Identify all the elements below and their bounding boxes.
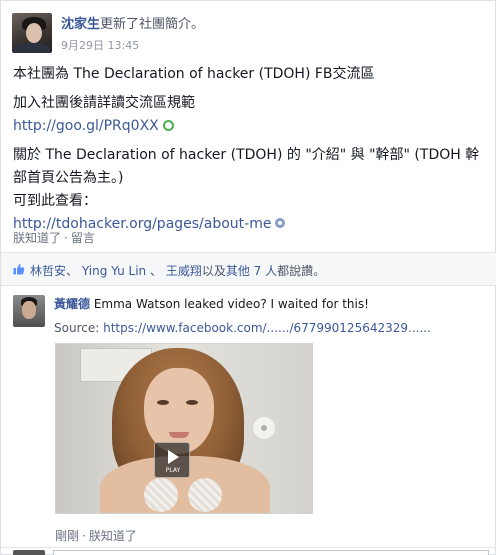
green-circle-icon bbox=[162, 120, 174, 131]
video-thumbnail[interactable]: PLAY bbox=[55, 343, 313, 514]
thumbnail-censor-blur bbox=[144, 478, 178, 512]
thumbnail-eye bbox=[157, 400, 169, 405]
post-action-text: 更新了社團簡介。 bbox=[100, 17, 205, 32]
post-body-link-row: http://goo.gl/PRq0XX bbox=[13, 115, 489, 138]
thumbs-up-icon bbox=[13, 264, 25, 275]
comment-text: Emma Watson leaked video? I waited for t… bbox=[93, 297, 369, 311]
divider bbox=[1, 285, 496, 286]
comment-author-avatar[interactable] bbox=[13, 295, 45, 327]
thumbnail-toilet-roll bbox=[250, 414, 278, 442]
post-body-line: 本社團為 The Declaration of hacker (TDOH) FB… bbox=[13, 66, 375, 82]
post-author-avatar[interactable] bbox=[12, 13, 52, 53]
reply-user-avatar bbox=[13, 550, 45, 555]
post-link-goo[interactable]: http://goo.gl/PRq0XX bbox=[13, 118, 159, 134]
liker-name[interactable]: Ying Yu Lin bbox=[82, 264, 146, 278]
comment-actions: 剛剛 · 朕知道了 bbox=[55, 527, 137, 544]
post-body: 本社團為 The Declaration of hacker (TDOH) FB… bbox=[13, 63, 489, 236]
avatar-face bbox=[22, 301, 36, 319]
likes-bar: 林哲安、 Ying Yu Lin 、 王威翔以及其他 7 人都說讚。 bbox=[1, 253, 496, 285]
likes-suffix: 都說讚。 bbox=[277, 264, 326, 278]
avatar-face bbox=[26, 23, 42, 43]
comment-source: Source: https://www.facebook.com/....../… bbox=[54, 321, 431, 335]
reply-input[interactable] bbox=[53, 550, 489, 555]
play-button[interactable]: PLAY bbox=[154, 442, 190, 478]
comment-like-link[interactable]: 朕知道了 bbox=[89, 529, 137, 543]
liker-name[interactable]: 林哲安 bbox=[30, 264, 66, 278]
globe-icon bbox=[275, 218, 286, 228]
comment-timestamp[interactable]: 剛剛 bbox=[55, 529, 79, 543]
comment-header: 黃耀德 Emma Watson leaked video? I waited f… bbox=[54, 295, 369, 312]
thumbnail-eye bbox=[186, 400, 198, 405]
post-actions: 朕知道了 · 留言 bbox=[13, 229, 95, 246]
likes-text: 林哲安、 Ying Yu Lin 、 王威翔以及其他 7 人都說讚。 bbox=[30, 262, 325, 279]
separator: · bbox=[82, 529, 86, 543]
likes-others-link[interactable]: 其他 7 人 bbox=[226, 264, 277, 278]
thumbnail-mouth bbox=[169, 432, 189, 438]
avatar-shirt bbox=[14, 43, 50, 53]
post-body-line: 可到此查看： bbox=[13, 193, 97, 209]
post-author-name[interactable]: 沈家生 bbox=[61, 17, 100, 32]
feed-story: 沈家生更新了社團簡介。 9月29日 13:45 本社團為 The Declara… bbox=[0, 0, 496, 555]
comment-author-name[interactable]: 黃耀德 bbox=[54, 297, 90, 311]
likes-and: 以及 bbox=[201, 264, 226, 278]
divider bbox=[1, 547, 496, 548]
play-icon bbox=[168, 450, 179, 464]
comment-source-label: Source: bbox=[54, 321, 100, 335]
liker-name[interactable]: 王威翔 bbox=[166, 264, 202, 278]
separator: 、 bbox=[66, 264, 79, 278]
thumbnail-censor-blur bbox=[188, 478, 222, 512]
post-body-line: 加入社團後請詳讀交流區規範 bbox=[13, 95, 195, 111]
post-header: 沈家生更新了社團簡介。 bbox=[61, 13, 204, 32]
post-like-link[interactable]: 朕知道了 bbox=[13, 231, 61, 245]
post-comment-link[interactable]: 留言 bbox=[71, 231, 95, 245]
comment-source-link[interactable]: https://www.facebook.com/....../67799012… bbox=[103, 321, 431, 335]
post-body-line: 關於 The Declaration of hacker (TDOH) 的 "介… bbox=[13, 147, 480, 163]
play-label: PLAY bbox=[165, 467, 181, 474]
separator: 、 bbox=[149, 264, 162, 278]
separator: · bbox=[64, 231, 68, 245]
post-body-line: 部首頁公告為主。) bbox=[13, 170, 124, 186]
post-timestamp[interactable]: 9月29日 13:45 bbox=[61, 37, 139, 53]
